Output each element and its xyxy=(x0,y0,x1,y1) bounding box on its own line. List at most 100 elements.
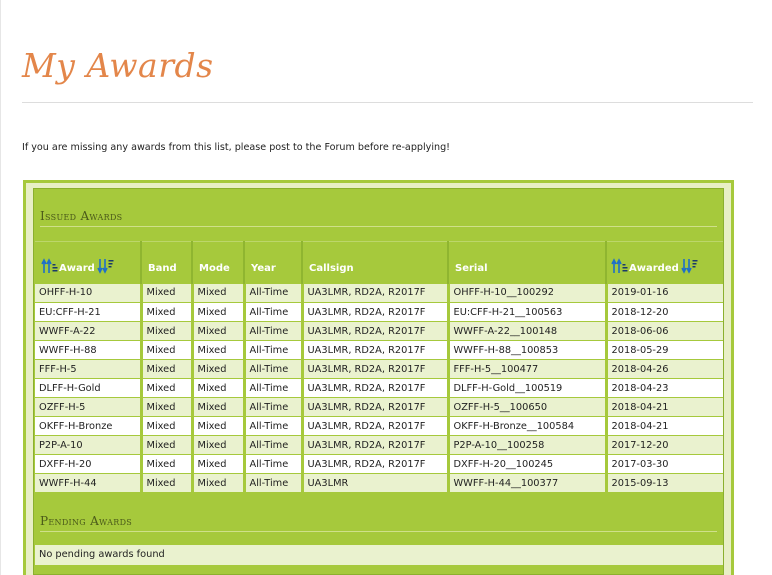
awarded-cell: 2018-05-29 xyxy=(606,340,723,360)
award-cell: FFF-H-5 xyxy=(35,359,143,379)
issued-awards-body: OHFF-H-10 Mixed Mixed All-Time UA3LMR, RD2A,… xyxy=(35,283,723,493)
mode-cell: Mixed xyxy=(192,397,246,417)
awarded-cell: 2018-06-06 xyxy=(606,321,723,341)
award-cell: OKFF-H-Bronze xyxy=(35,416,143,436)
callsign-cell: UA3LMR, RD2A, R2017F xyxy=(302,302,450,322)
awarded-cell: 2019-01-16 xyxy=(606,283,723,303)
mode-cell: Mixed xyxy=(192,321,246,341)
award-cell: OZFF-H-5 xyxy=(35,397,143,417)
table-row: WWFF-A-22 Mixed Mixed All-Time UA3LMR, RD2A,… xyxy=(35,321,723,341)
award-cell: WWFF-H-44 xyxy=(35,473,143,493)
sort-descending-icon[interactable] xyxy=(97,258,115,274)
awarded-cell: 2018-04-26 xyxy=(606,359,723,379)
year-cell: All-Time xyxy=(244,321,304,341)
award-column-header[interactable]: Award xyxy=(35,241,142,284)
year-cell: All-Time xyxy=(244,283,304,303)
awarded-cell: 2017-12-20 xyxy=(606,435,723,455)
issued-awards-divider xyxy=(40,226,717,227)
table-row: P2P-A-10 Mixed Mixed All-Time UA3LMR, RD2A, … xyxy=(35,435,723,455)
award-cell: WWFF-A-22 xyxy=(35,321,143,341)
band-cell: Mixed xyxy=(141,321,194,341)
mode-cell: Mixed xyxy=(192,435,246,455)
callsign-cell: UA3LMR xyxy=(302,473,450,493)
pending-awards-heading: Pending Awards xyxy=(40,514,133,528)
year-column-header: Year xyxy=(244,241,303,284)
band-cell: Mixed xyxy=(141,340,194,360)
sort-ascending-icon[interactable] xyxy=(41,257,59,274)
year-cell: All-Time xyxy=(244,359,304,379)
band-cell: Mixed xyxy=(141,378,194,398)
serial-cell: OZFF-H-5__100650 xyxy=(448,397,608,417)
award-cell: DXFF-H-20 xyxy=(35,454,143,474)
award-column-label: Award xyxy=(59,262,95,274)
awarded-cell: 2015-09-13 xyxy=(606,473,723,493)
mode-cell: Mixed xyxy=(192,283,246,303)
mode-cell: Mixed xyxy=(192,378,246,398)
table-row: OKFF-H-Bronze Mixed Mixed All-Time UA3LMR, R… xyxy=(35,416,723,436)
callsign-column-header: Callsign xyxy=(302,241,449,284)
sort-descending-icon[interactable] xyxy=(681,258,699,274)
mode-cell: Mixed xyxy=(192,359,246,379)
table-row: EU:CFF-H-21 Mixed Mixed All-Time UA3LMR, RD2… xyxy=(35,302,723,322)
award-cell: DLFF-H-Gold xyxy=(35,378,143,398)
band-cell: Mixed xyxy=(141,302,194,322)
page-title: My Awards xyxy=(22,46,214,85)
issued-awards-heading: Issued Awards xyxy=(40,209,123,223)
band-cell: Mixed xyxy=(141,397,194,417)
pending-awards-empty-message: No pending awards found xyxy=(35,545,723,565)
mode-cell: Mixed xyxy=(192,340,246,360)
serial-cell: P2P-A-10__100258 xyxy=(448,435,608,455)
pending-awards-divider xyxy=(40,531,717,532)
band-cell: Mixed xyxy=(141,454,194,474)
callsign-cell: UA3LMR, RD2A, R2017F xyxy=(302,321,450,341)
year-cell: All-Time xyxy=(244,302,304,322)
band-cell: Mixed xyxy=(141,283,194,303)
serial-cell: OHFF-H-10__100292 xyxy=(448,283,608,303)
serial-cell: DXFF-H-20__100245 xyxy=(448,454,608,474)
mode-column-header: Mode xyxy=(192,241,245,284)
band-column-header: Band xyxy=(141,241,193,284)
serial-cell: DLFF-H-Gold__100519 xyxy=(448,378,608,398)
mode-cell: Mixed xyxy=(192,473,246,493)
serial-cell: EU:CFF-H-21__100563 xyxy=(448,302,608,322)
awarded-column-label: Awarded xyxy=(629,262,679,274)
awarded-column-header[interactable]: Awarded xyxy=(606,241,723,284)
callsign-cell: UA3LMR, RD2A, R2017F xyxy=(302,454,450,474)
band-cell: Mixed xyxy=(141,416,194,436)
year-cell: All-Time xyxy=(244,378,304,398)
award-cell: OHFF-H-10 xyxy=(35,283,143,303)
serial-cell: WWFF-H-44__100377 xyxy=(448,473,608,493)
table-row: DXFF-H-20 Mixed Mixed All-Time UA3LMR, RD2A,… xyxy=(35,454,723,474)
table-row: DLFF-H-Gold Mixed Mixed All-Time UA3LMR, RD2… xyxy=(35,378,723,398)
mode-cell: Mixed xyxy=(192,302,246,322)
awards-container: Issued Awards Award Band Mode Year Calls… xyxy=(23,180,734,575)
callsign-cell: UA3LMR, RD2A, R2017F xyxy=(302,416,450,436)
award-cell: WWFF-H-88 xyxy=(35,340,143,360)
mode-cell: Mixed xyxy=(192,454,246,474)
callsign-cell: UA3LMR, RD2A, R2017F xyxy=(302,283,450,303)
year-cell: All-Time xyxy=(244,454,304,474)
band-cell: Mixed xyxy=(141,359,194,379)
table-row: WWFF-H-88 Mixed Mixed All-Time UA3LMR, RD2A,… xyxy=(35,340,723,360)
sort-ascending-icon[interactable] xyxy=(611,257,629,274)
awarded-cell: 2018-04-21 xyxy=(606,416,723,436)
year-cell: All-Time xyxy=(244,340,304,360)
title-divider xyxy=(22,102,753,103)
band-cell: Mixed xyxy=(141,473,194,493)
callsign-cell: UA3LMR, RD2A, R2017F xyxy=(302,435,450,455)
serial-cell: WWFF-H-88__100853 xyxy=(448,340,608,360)
callsign-cell: UA3LMR, RD2A, R2017F xyxy=(302,378,450,398)
mode-cell: Mixed xyxy=(192,416,246,436)
page-left-border xyxy=(0,0,1,575)
table-row: OZFF-H-5 Mixed Mixed All-Time UA3LMR, RD2A, … xyxy=(35,397,723,417)
award-cell: EU:CFF-H-21 xyxy=(35,302,143,322)
band-cell: Mixed xyxy=(141,435,194,455)
callsign-cell: UA3LMR, RD2A, R2017F xyxy=(302,340,450,360)
year-cell: All-Time xyxy=(244,397,304,417)
serial-cell: FFF-H-5__100477 xyxy=(448,359,608,379)
awarded-cell: 2018-04-21 xyxy=(606,397,723,417)
callsign-cell: UA3LMR, RD2A, R2017F xyxy=(302,359,450,379)
table-row: WWFF-H-44 Mixed Mixed All-Time UA3LMR WWFF-H-… xyxy=(35,473,723,493)
serial-column-header: Serial xyxy=(448,241,607,284)
year-cell: All-Time xyxy=(244,473,304,493)
